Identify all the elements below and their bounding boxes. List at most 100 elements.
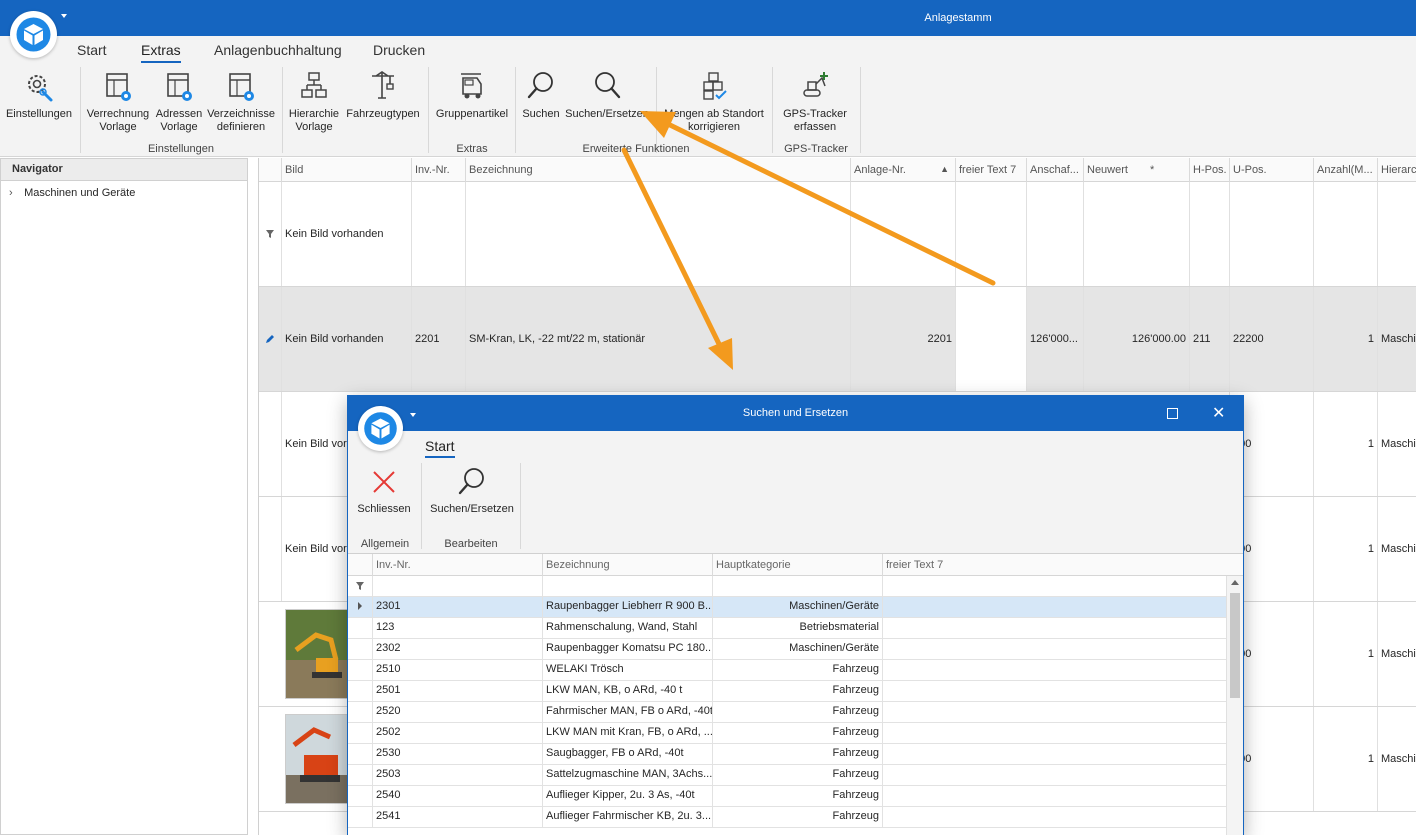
table-row[interactable]: 2541 Auflieger Fahrmischer KB, 2u. 3... Fa… (348, 807, 1226, 828)
suchen-button[interactable]: Suchen (520, 70, 562, 121)
quick-access-dropdown-icon[interactable] (410, 413, 416, 417)
dialog-ribbon: Start Schliessen Suchen/Ersetzen Allgeme… (348, 431, 1243, 554)
table-row[interactable]: 2520 Fahrmischer MAN, FB o ARd, -40t Fahrz… (348, 702, 1226, 723)
column-header-u-pos[interactable]: U-Pos. (1229, 158, 1313, 182)
filter-cell[interactable] (882, 576, 1226, 596)
column-header-hauptkategorie[interactable]: Hauptkategorie (712, 554, 882, 576)
filter-cell[interactable] (465, 182, 850, 286)
table-row[interactable]: 2302 Raupenbagger Komatsu PC 180... Maschi… (348, 639, 1226, 660)
scrollbar-thumb[interactable] (1230, 593, 1240, 698)
fahrzeugtypen-button[interactable]: Fahrzeugtypen (344, 70, 422, 121)
filter-cell[interactable] (850, 182, 955, 286)
hierarchie-vorlage-button[interactable]: Hierarchie Vorlage (286, 70, 342, 134)
cell-hauptkategorie: Betriebsmaterial (712, 618, 882, 638)
column-header-inv-nr[interactable]: Inv.-Nr. (372, 554, 542, 576)
navigator-title: Navigator (1, 159, 247, 181)
filter-cell[interactable] (1189, 182, 1229, 286)
cell-bezeichnung: Fahrmischer MAN, FB o ARd, -40t (542, 702, 712, 722)
dialog-results-grid: Inv.-Nr. Bezeichnung Hauptkategorie frei… (348, 554, 1243, 835)
chevron-right-icon[interactable]: › (9, 187, 21, 199)
adressen-vorlage-button[interactable]: Adressen Vorlage (153, 70, 205, 134)
group-separator (656, 67, 657, 153)
group-label-bearbeiten: Bearbeiten (444, 538, 498, 550)
table-row[interactable]: 2501 LKW MAN, KB, o ARd, -40 t Fahrzeug (348, 681, 1226, 702)
cell-bezeichnung: LKW MAN, KB, o ARd, -40 t (542, 681, 712, 701)
schliessen-button[interactable]: Schliessen (354, 467, 414, 516)
maximize-icon[interactable] (1167, 408, 1178, 419)
cell-hierarchie: Maschin (1377, 392, 1416, 496)
column-header-h-pos[interactable]: H-Pos. (1189, 158, 1229, 182)
filter-cell[interactable] (712, 576, 882, 596)
filter-cell[interactable] (1313, 182, 1377, 286)
einstellungen-button[interactable]: Einstellungen (3, 70, 75, 121)
table-row[interactable]: 2301 Raupenbagger Liebherr R 900 B... Masc… (348, 597, 1226, 618)
adressen-label-2: Vorlage (160, 121, 198, 133)
app-logo-icon[interactable] (358, 406, 403, 451)
tab-extras[interactable]: Extras (141, 42, 181, 63)
column-header-bild[interactable]: Bild (281, 158, 411, 182)
filter-cell[interactable] (542, 576, 712, 596)
column-header-inv-nr[interactable]: Inv.-Nr. (411, 158, 465, 182)
navigator-item-maschinen[interactable]: › Maschinen und Geräte (1, 181, 247, 199)
suchen-ersetzen-button[interactable]: Suchen/Ersetzen (564, 70, 650, 121)
column-header-anlage-nr[interactable]: Anlage-Nr. ▲ (850, 158, 955, 182)
column-header-anschaffung[interactable]: Anschaf... (1026, 158, 1083, 182)
group-label-einstellungen: Einstellungen (147, 143, 215, 155)
cell-bezeichnung: Raupenbagger Komatsu PC 180... (542, 639, 712, 659)
table-row[interactable]: 2540 Auflieger Kipper, 2u. 3 As, -40t Fahr… (348, 786, 1226, 807)
search-icon (527, 72, 553, 99)
column-header-bezeichnung[interactable]: Bezeichnung (542, 554, 712, 576)
tab-anlagenbuchhaltung[interactable]: Anlagenbuchhaltung (214, 42, 342, 58)
app-logo-icon[interactable] (10, 11, 57, 58)
gruppenartikel-button[interactable]: Gruppenartikel (433, 70, 511, 121)
edit-pencil-icon (259, 287, 281, 391)
filter-row[interactable]: Kein Bild vorhanden (259, 182, 1416, 287)
table-row[interactable]: 2510 WELAKI Trösch Fahrzeug (348, 660, 1226, 681)
column-header-freier-text-7[interactable]: freier Text 7 (955, 158, 1026, 182)
quick-access-dropdown-icon[interactable] (61, 14, 67, 18)
table-row[interactable]: Kein Bild vorhanden 2201 SM-Kran, LK, -2… (259, 287, 1416, 392)
filter-cell[interactable] (955, 182, 1026, 286)
excavator-add-icon (803, 72, 828, 97)
verrechnung-vorlage-button[interactable]: Verrechnung Vorlage (84, 70, 152, 134)
gps-tracker-erfassen-button[interactable]: GPS-Tracker erfassen (780, 70, 850, 134)
filter-cell[interactable] (1377, 182, 1416, 286)
mengen-korrigieren-button[interactable]: Mengen ab Standort korrigieren (660, 70, 768, 134)
filter-cell[interactable] (1229, 182, 1313, 286)
vertical-scrollbar[interactable] (1226, 576, 1243, 835)
cell-freier-text[interactable] (955, 287, 1026, 391)
cell-inv-nr: 2301 (372, 597, 542, 617)
cell-inv-nr: 2541 (372, 807, 542, 827)
cell-anlage-nr: 2201 (850, 287, 955, 391)
close-icon[interactable]: ✕ (1212, 403, 1225, 423)
column-header-bezeichnung[interactable]: Bezeichnung (465, 158, 850, 182)
filter-row[interactable] (348, 576, 1226, 597)
column-header-neuwert[interactable]: Neuwert * (1083, 158, 1189, 182)
scroll-up-icon[interactable] (1231, 580, 1239, 585)
dialog-tab-start[interactable]: Start (425, 438, 455, 458)
filter-cell[interactable] (1083, 182, 1189, 286)
verzeichnisse-definieren-button[interactable]: Verzeichnisse definieren (206, 70, 276, 134)
tab-start[interactable]: Start (77, 42, 107, 58)
table-row[interactable]: 2502 LKW MAN mit Kran, FB, o ARd, ... Fahr… (348, 723, 1226, 744)
table-row[interactable]: 2503 Sattelzugmaschine MAN, 3Achs... Fahrz… (348, 765, 1226, 786)
table-row[interactable]: 2530 Saugbagger, FB o ARd, -40t Fahrzeug (348, 744, 1226, 765)
dialog-suchen-ersetzen-button[interactable]: Suchen/Ersetzen (426, 467, 518, 516)
cell-freier-text (882, 681, 1226, 701)
table-row[interactable]: 123 Rahmenschalung, Wand, Stahl Betriebsma… (348, 618, 1226, 639)
group-label-gps-tracker: GPS-Tracker (784, 143, 848, 155)
filter-cell[interactable] (1026, 182, 1083, 286)
column-header-anzahl[interactable]: Anzahl(M... (1313, 158, 1377, 182)
filter-cell[interactable] (411, 182, 465, 286)
filter-icon[interactable] (259, 182, 281, 286)
column-header-hierarchie[interactable]: Hierarchie (1377, 158, 1416, 182)
tab-drucken[interactable]: Drucken (373, 42, 425, 58)
filter-cell-bild[interactable]: Kein Bild vorhanden (281, 182, 411, 286)
cell-hierarchie: Maschin (1377, 602, 1416, 706)
cell-hauptkategorie: Fahrzeug (712, 723, 882, 743)
cell-anzahl: 1 (1313, 497, 1377, 601)
filter-cell[interactable] (372, 576, 542, 596)
filter-icon[interactable] (355, 581, 365, 594)
cell-neuwert: 126'000.00 (1083, 287, 1189, 391)
column-header-freier-text-7[interactable]: freier Text 7 (882, 554, 1226, 576)
